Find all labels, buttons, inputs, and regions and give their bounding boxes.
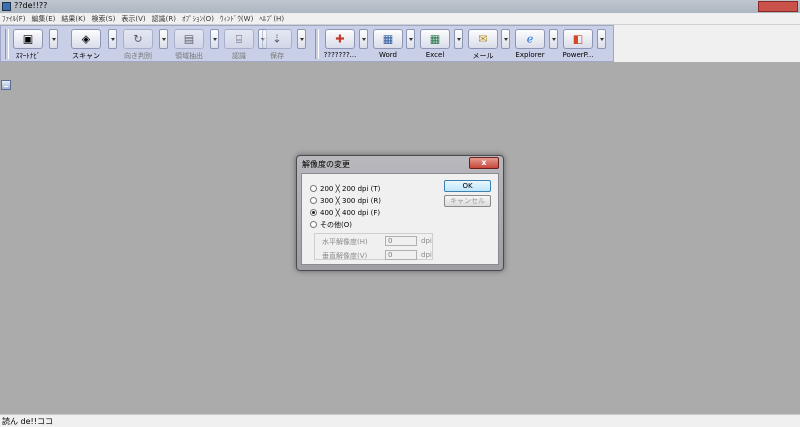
- vertical-resolution-input[interactable]: 0: [385, 250, 417, 260]
- dialog-body: 200 ╳ 200 dpi (T) 300 ╳ 300 dpi (R) 400 …: [301, 173, 499, 265]
- explorer-icon: ℯ: [515, 29, 545, 49]
- word-doc-icon: ▦: [373, 29, 403, 49]
- mail-button[interactable]: ✉ メール: [465, 27, 501, 62]
- excel-button[interactable]: ▦ Excel: [418, 27, 452, 62]
- radio-300dpi[interactable]: [310, 197, 317, 204]
- window-close-button[interactable]: [758, 1, 798, 12]
- minimize-icon[interactable]: [1, 80, 11, 90]
- region-extract-button[interactable]: ▤ 領域抽出: [169, 27, 209, 62]
- window-title: ??de!!??: [14, 1, 48, 10]
- menu-results[interactable]: 結果(K): [61, 14, 85, 24]
- scan-dropdown[interactable]: [108, 29, 117, 49]
- menu-edit[interactable]: 編集(E): [32, 14, 56, 24]
- main-toolbar: ▣ ｽﾏｰﾄﾅﾋﾞ ◈ スキャン ↻ 向き判別 ▤ 領域抽出 ⌸ 認識 ⇣ 保存…: [0, 25, 614, 62]
- excel-sheet-icon: ▦: [420, 29, 450, 49]
- clipboard-button[interactable]: ✚ ???????...: [321, 27, 359, 62]
- orientation-dropdown[interactable]: [159, 29, 168, 49]
- option-300dpi[interactable]: 300 ╳ 300 dpi (R): [310, 195, 381, 206]
- smart-navi-button[interactable]: ▣ ｽﾏｰﾄﾅﾋﾞ: [9, 27, 47, 62]
- radio-200dpi[interactable]: [310, 185, 317, 192]
- app-icon[interactable]: [2, 2, 11, 11]
- clipboard-dropdown[interactable]: [359, 29, 368, 49]
- smart-navi-icon: ▣: [13, 29, 43, 49]
- toolbar-separator: [315, 29, 319, 59]
- clipboard-icon: ✚: [325, 29, 355, 49]
- menu-help[interactable]: ﾍﾙﾌﾟ(H): [259, 14, 284, 24]
- menu-view[interactable]: 表示(V): [121, 14, 145, 24]
- powerpoint-icon: ◧: [563, 29, 593, 49]
- save-button[interactable]: ⇣ 保存: [259, 27, 295, 62]
- orientation-button[interactable]: ↻ 向き判別: [119, 27, 157, 62]
- excel-dropdown[interactable]: [454, 29, 463, 49]
- scan-button[interactable]: ◈ スキャン: [65, 27, 107, 62]
- powerpoint-dropdown[interactable]: [597, 29, 606, 49]
- explorer-button[interactable]: ℯ Explorer: [512, 27, 548, 62]
- horizontal-resolution-label: 水平解像度(H): [322, 238, 368, 246]
- scanner-icon: ◈: [71, 29, 101, 49]
- option-200dpi[interactable]: 200 ╳ 200 dpi (T): [310, 183, 380, 194]
- menu-search[interactable]: 検索(S): [91, 14, 115, 24]
- radio-400dpi[interactable]: [310, 209, 317, 216]
- menu-window[interactable]: ｳｨﾝﾄﾞｳ(W): [220, 14, 253, 24]
- explorer-dropdown[interactable]: [549, 29, 558, 49]
- ok-button[interactable]: OK: [444, 180, 491, 192]
- vertical-resolution-label: 垂直解像度(V): [322, 252, 368, 260]
- menu-recognize[interactable]: 認識(R): [152, 14, 176, 24]
- title-bar: ??de!!??: [0, 0, 800, 14]
- save-icon: ⇣: [262, 29, 292, 49]
- option-400dpi[interactable]: 400 ╳ 400 dpi (F): [310, 207, 380, 218]
- horizontal-resolution-unit: dpi: [421, 237, 432, 245]
- menu-options[interactable]: ｵﾌﾟｼｮﾝ(O): [182, 14, 214, 24]
- option-other-label: その他(O): [320, 220, 352, 229]
- menu-file[interactable]: ﾌｧｲﾙ(F): [2, 14, 26, 24]
- menu-bar: ﾌｧｲﾙ(F) 編集(E) 結果(K) 検索(S) 表示(V) 認識(R) ｵﾌ…: [0, 13, 800, 25]
- region-extract-icon: ▤: [174, 29, 204, 49]
- mdi-side-bar: [0, 62, 14, 414]
- status-text: 読ん de!!ココ: [2, 417, 53, 426]
- option-300dpi-label: 300 ╳ 300 dpi (R): [320, 196, 381, 205]
- recognize-button[interactable]: ⌸ 認識: [221, 27, 257, 62]
- dialog-title: 解像度の変更: [302, 160, 350, 169]
- status-bar: 読ん de!!ココ: [0, 414, 800, 427]
- option-400dpi-label: 400 ╳ 400 dpi (F): [320, 208, 381, 217]
- radio-other[interactable]: [310, 221, 317, 228]
- region-extract-dropdown[interactable]: [210, 29, 219, 49]
- word-button[interactable]: ▦ Word: [371, 27, 405, 62]
- powerpoint-button[interactable]: ◧ PowerP...: [560, 27, 596, 62]
- horizontal-resolution-input[interactable]: 0: [385, 236, 417, 246]
- toolbar-empty-area: [614, 25, 800, 62]
- mail-icon: ✉: [468, 29, 498, 49]
- recognize-icon: ⌸: [224, 29, 254, 49]
- mail-dropdown[interactable]: [501, 29, 510, 49]
- dialog-close-button[interactable]: x: [469, 157, 499, 169]
- orientation-icon: ↻: [123, 29, 153, 49]
- cancel-button[interactable]: キャンセル: [444, 195, 491, 207]
- word-dropdown[interactable]: [406, 29, 415, 49]
- smart-navi-dropdown[interactable]: [49, 29, 58, 49]
- save-dropdown[interactable]: [297, 29, 306, 49]
- vertical-resolution-unit: dpi: [421, 251, 432, 259]
- resolution-dialog: 解像度の変更 x 200 ╳ 200 dpi (T) 300 ╳ 300 dpi…: [296, 155, 504, 271]
- option-200dpi-label: 200 ╳ 200 dpi (T): [320, 184, 381, 193]
- option-other[interactable]: その他(O): [310, 219, 352, 230]
